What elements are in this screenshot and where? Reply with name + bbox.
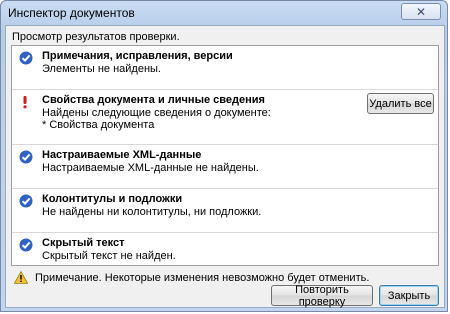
exclamation-icon bbox=[23, 96, 27, 109]
check-circle-icon bbox=[19, 238, 33, 252]
section-result: Скрытый текст не найден. bbox=[42, 250, 176, 262]
section-result-detail: * Свойства документа bbox=[42, 119, 155, 131]
close-button[interactable]: Закрыть bbox=[379, 285, 439, 306]
section-hidden-text: Скрытый текст Скрытый текст не найден. bbox=[12, 233, 438, 265]
remove-all-button[interactable]: Удалить все bbox=[367, 93, 434, 114]
warning-note-text: Примечание. Некоторые изменения невозмож… bbox=[35, 272, 370, 284]
section-document-properties: Свойства документа и личные сведения Най… bbox=[12, 90, 438, 145]
recheck-button[interactable]: Повторить проверку bbox=[271, 284, 373, 308]
section-custom-xml: Настраиваемые XML-данные Настраиваемые X… bbox=[12, 145, 438, 189]
section-result: Элементы не найдены. bbox=[42, 63, 161, 75]
check-circle-icon bbox=[19, 51, 33, 65]
section-headers-footers: Колонтитулы и подложки Не найдены ни кол… bbox=[12, 189, 438, 233]
section-heading: Колонтитулы и подложки bbox=[42, 193, 183, 205]
results-caption: Просмотр результатов проверки. bbox=[12, 31, 180, 43]
dialog-window: Инспектор документов ✕ Просмотр результа… bbox=[0, 0, 448, 312]
section-heading: Скрытый текст bbox=[42, 237, 125, 249]
close-window-button[interactable]: ✕ bbox=[401, 3, 441, 20]
warning-icon bbox=[14, 271, 28, 284]
dialog-content: Просмотр результатов проверки. Примечани… bbox=[5, 25, 445, 308]
section-heading: Свойства документа и личные сведения bbox=[42, 94, 265, 106]
title-bar[interactable]: Инспектор документов ✕ bbox=[1, 1, 447, 25]
section-heading: Настраиваемые XML-данные bbox=[42, 149, 202, 161]
section-result: Настраиваемые XML-данные не найдены. bbox=[42, 162, 259, 174]
check-circle-icon bbox=[19, 194, 33, 208]
section-result: Найдены следующие сведения о документе: bbox=[42, 107, 271, 119]
section-result: Не найдены ни колонтитулы, ни подложки. bbox=[42, 206, 262, 218]
close-icon: ✕ bbox=[415, 4, 427, 19]
results-list: Примечания, исправления, версии Элементы… bbox=[11, 45, 439, 266]
window-title: Инспектор документов bbox=[8, 6, 135, 20]
check-circle-icon bbox=[19, 150, 33, 164]
section-heading: Примечания, исправления, версии bbox=[42, 50, 233, 62]
section-comments: Примечания, исправления, версии Элементы… bbox=[12, 46, 438, 90]
